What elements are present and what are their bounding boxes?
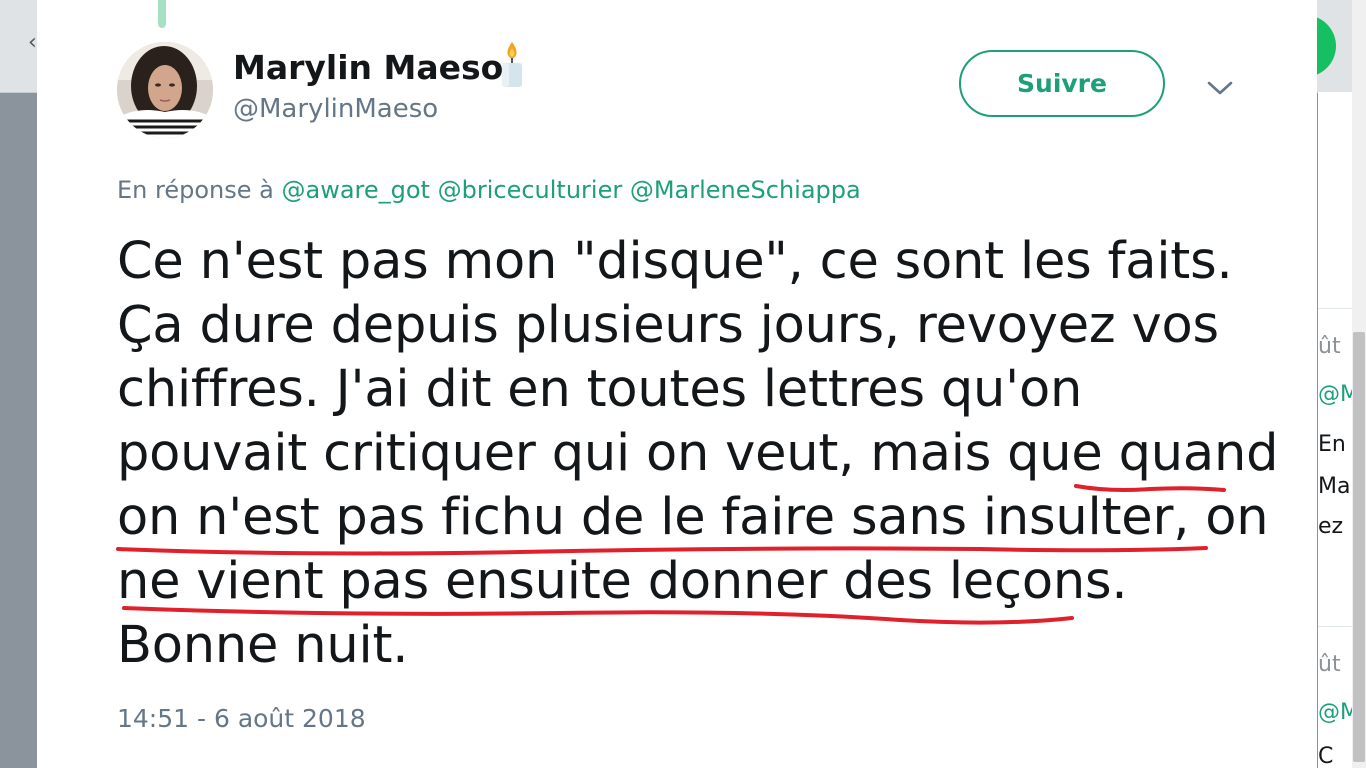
- tweet-text-line: chiffres. J'ai dit en toutes lettres qu'…: [117, 360, 1083, 419]
- mention-link[interactable]: @briceculturier: [438, 176, 623, 204]
- background-fragment: En: [1318, 432, 1346, 457]
- background-fragment: ez r: [1318, 514, 1352, 539]
- author-handle[interactable]: @MarylinMaeso: [233, 94, 438, 124]
- reply-context: En réponse à @aware_got @briceculturier …: [117, 176, 861, 204]
- tweet-text-line: Ça dure depuis plusieurs jours, revoyez …: [117, 296, 1219, 355]
- tweet-text-line: Ce n'est pas mon "disque", ce sont les f…: [117, 232, 1233, 291]
- background-separator: [1318, 308, 1352, 309]
- tweet-text-line: pouvait critiquer qui on veut, mais que …: [117, 424, 1279, 483]
- background-fragment: Ma: [1318, 474, 1351, 499]
- follow-button[interactable]: Suivre: [959, 50, 1165, 117]
- mention-link[interactable]: @MarleneSchiappa: [630, 176, 861, 204]
- background-left-icon: ‹: [28, 30, 37, 55]
- background-fragment: ût: [1318, 334, 1341, 359]
- mention-link[interactable]: @aware_got: [281, 176, 429, 204]
- author-name[interactable]: Marylin Maeso: [233, 48, 503, 87]
- background-tweet-column: ût @M En Ma ez r ût @M C: [1318, 92, 1352, 768]
- tweet-text-line: on n'est pas fichu de le faire sans insu…: [117, 488, 1269, 547]
- scrollbar-thumb[interactable]: [1353, 332, 1365, 762]
- chevron-down-icon[interactable]: [1204, 74, 1236, 102]
- background-separator: [1318, 626, 1352, 627]
- tweet-text: Ce n'est pas mon "disque", ce sont les f…: [117, 230, 1279, 678]
- tweet-timestamp[interactable]: 14:51 - 6 août 2018: [117, 704, 366, 733]
- background-fragment: @M: [1318, 382, 1352, 407]
- tweet-text-line: Bonne nuit.: [117, 616, 409, 675]
- candle-icon: [498, 40, 526, 88]
- background-fragment: C: [1318, 744, 1334, 768]
- background-fragment: @M: [1318, 700, 1352, 725]
- background-fragment: ût: [1318, 652, 1341, 677]
- thread-connector: [158, 0, 166, 28]
- reply-prefix: En réponse à: [117, 176, 274, 204]
- avatar[interactable]: [117, 42, 213, 138]
- tweet-text-line: ne vient pas ensuite donner des leçons.: [117, 552, 1128, 611]
